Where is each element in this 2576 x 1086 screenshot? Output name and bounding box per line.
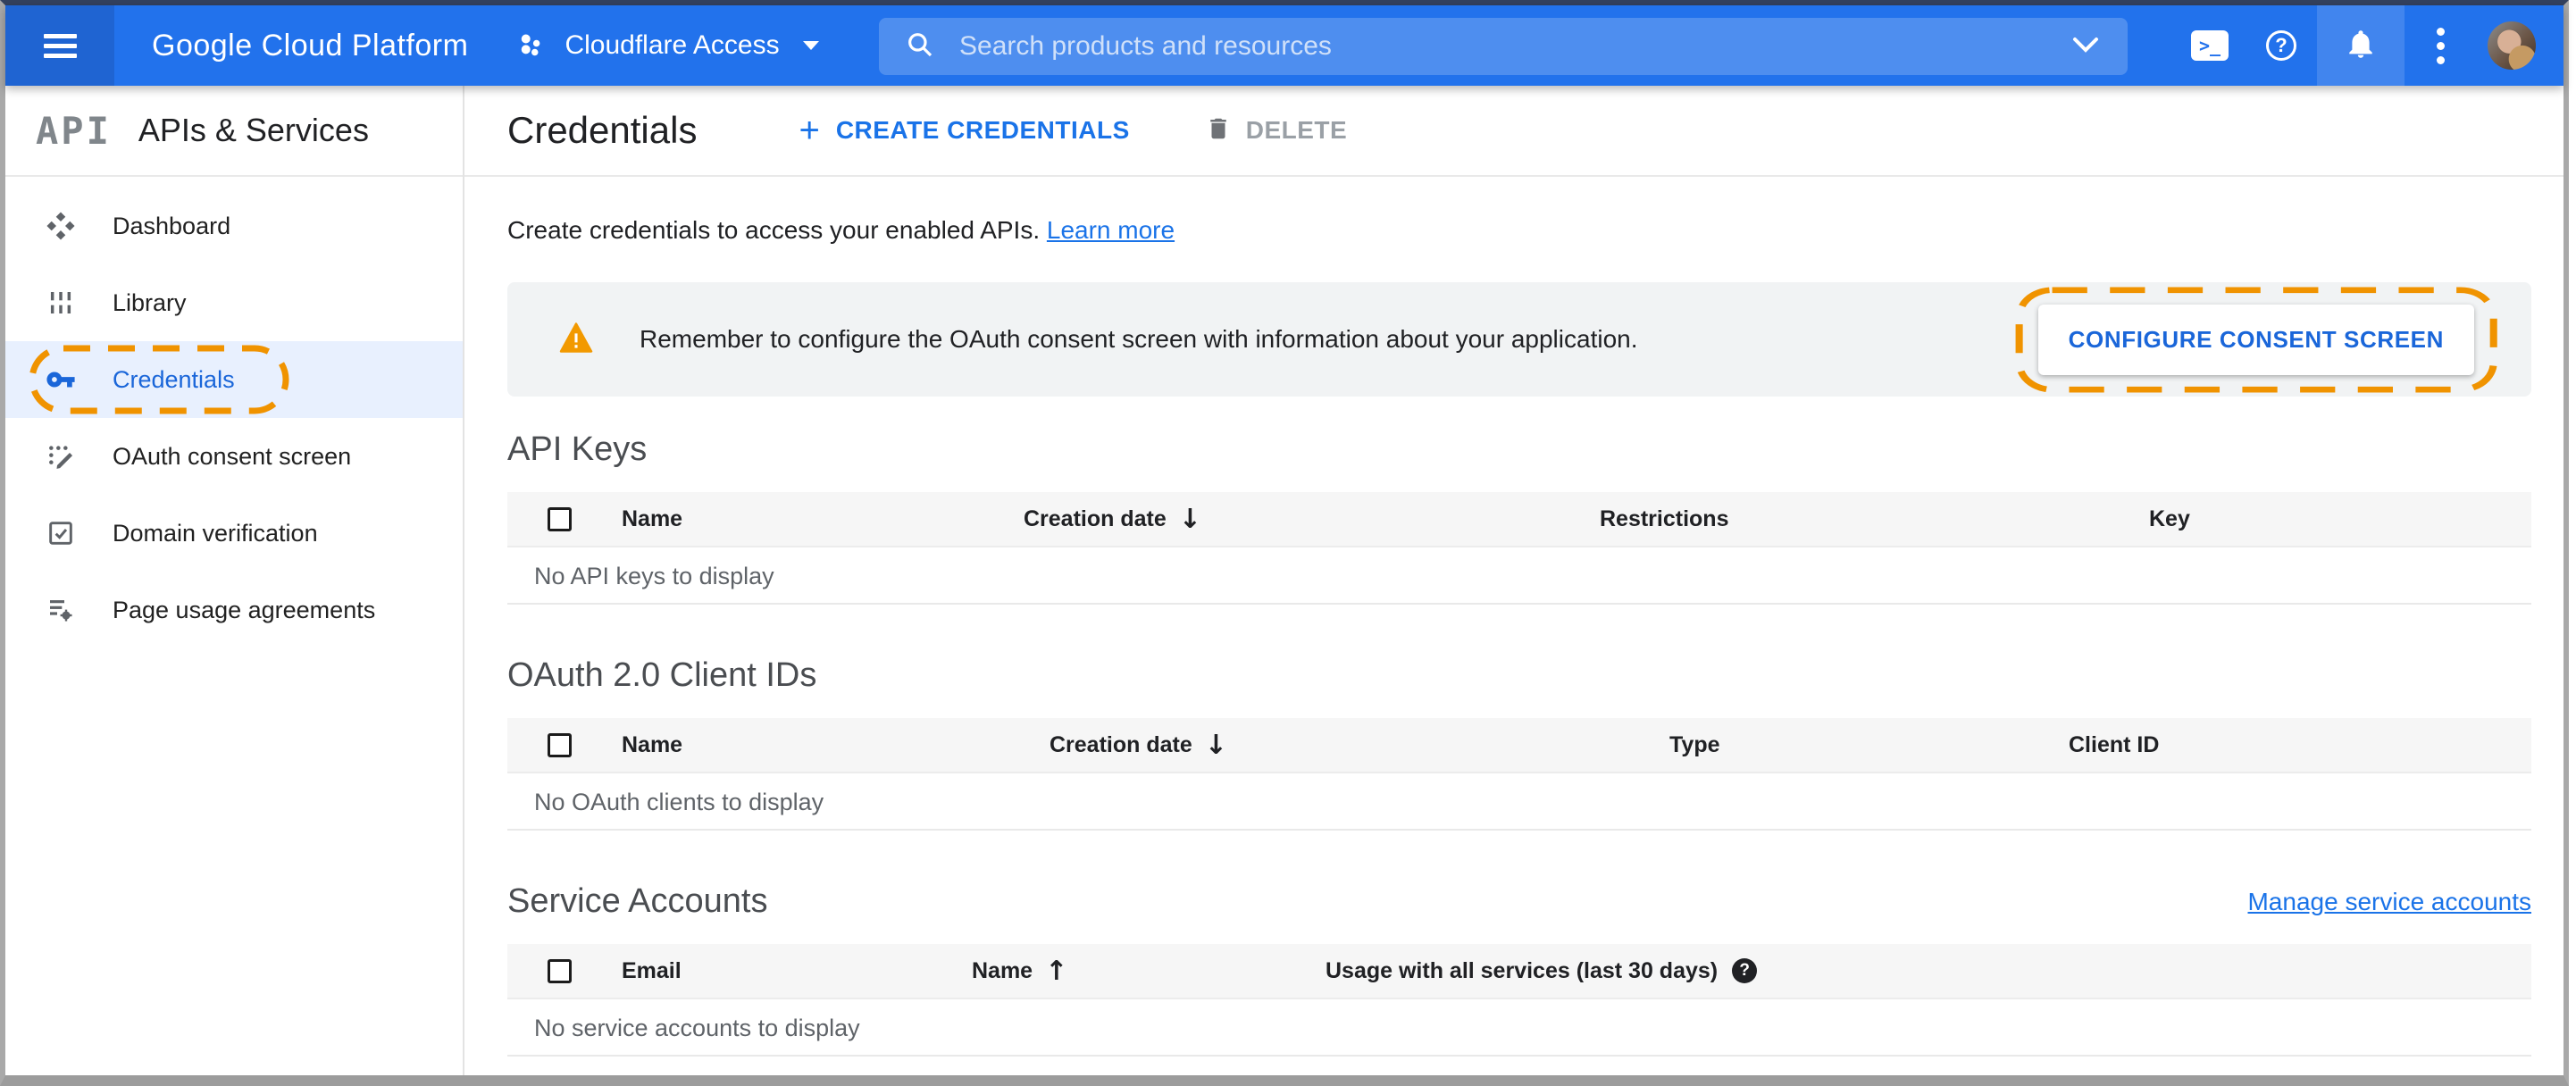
select-all-checkbox[interactable]: [548, 506, 572, 531]
column-header-name: Name: [622, 505, 683, 531]
hamburger-menu-button[interactable]: [5, 5, 114, 86]
sidebar: API APIs & Services Dashboard Library Cr…: [5, 86, 464, 1075]
manage-service-accounts-link[interactable]: Manage service accounts: [2247, 888, 2531, 916]
section-title-service-accounts: Service Accounts: [507, 882, 768, 920]
oauth-clients-table: Name Creation date ↓ Type Client ID No O…: [507, 718, 2531, 831]
select-all-checkbox[interactable]: [548, 958, 572, 983]
plus-icon: +: [799, 111, 820, 150]
avatar: [2488, 21, 2536, 70]
consent-screen-icon: [45, 440, 77, 472]
global-search: [879, 18, 2128, 75]
oauth-empty-state: No OAuth clients to display: [507, 773, 2531, 831]
service-accounts-section: Service Accounts Manage service accounts…: [507, 882, 2531, 1057]
api-keys-section: API Keys Name Creation date ↓ Restrictio…: [507, 430, 2531, 605]
warning-icon: [559, 322, 593, 357]
top-bar: Google Cloud Platform Cloudflare Access: [5, 5, 2563, 86]
project-name: Cloudflare Access: [565, 30, 780, 60]
usage-help-icon[interactable]: ?: [1732, 958, 1758, 983]
sidebar-item-library[interactable]: Library: [5, 264, 463, 341]
sidebar-nav: Dashboard Library Credentials OAuth cons…: [5, 177, 463, 648]
column-header-creation-date[interactable]: Creation date ↓: [1050, 730, 1669, 761]
sidebar-item-oauth-consent-screen[interactable]: OAuth consent screen: [5, 418, 463, 495]
three-dots-icon: [2436, 27, 2445, 64]
create-credentials-button[interactable]: + CREATE CREDENTIALS: [799, 113, 1129, 148]
hamburger-icon: [43, 29, 77, 63]
gcp-logo[interactable]: Google Cloud Platform: [152, 29, 468, 63]
api-product-logo: API: [36, 108, 112, 153]
api-keys-empty-state: No API keys to display: [507, 547, 2531, 605]
api-keys-table: Name Creation date ↓ Restrictions Key No…: [507, 492, 2531, 605]
overflow-menu-button[interactable]: [2405, 5, 2476, 86]
account-button[interactable]: [2476, 5, 2547, 86]
help-icon: ?: [2266, 30, 2296, 61]
main-content: Credentials + CREATE CREDENTIALS DELETE …: [464, 86, 2563, 1075]
sidebar-item-domain-verification[interactable]: Domain verification: [5, 495, 463, 572]
search-input[interactable]: [959, 31, 2070, 62]
section-title-api-keys: API Keys: [507, 430, 648, 468]
page-header: Credentials + CREATE CREDENTIALS DELETE: [464, 86, 2563, 177]
column-header-name: Name: [622, 731, 683, 757]
sidebar-item-dashboard[interactable]: Dashboard: [5, 188, 463, 264]
service-accounts-table-header: Email Name ↑ Usage with all services (la…: [507, 944, 2531, 999]
project-caret-icon: [801, 39, 821, 52]
column-header-email: Email: [622, 957, 682, 983]
bell-icon: [2345, 27, 2377, 65]
trash-icon: [1205, 114, 1232, 147]
oauth-clients-section: OAuth 2.0 Client IDs Name Creation date …: [507, 656, 2531, 831]
sidebar-item-label: OAuth consent screen: [113, 442, 352, 470]
page-title: Credentials: [507, 109, 698, 151]
content-body: Create credentials to access your enable…: [464, 177, 2563, 1057]
help-button[interactable]: ?: [2246, 5, 2317, 86]
column-header-type: Type: [1669, 731, 1720, 757]
cloud-shell-button[interactable]: >_: [2174, 5, 2246, 86]
section-title-oauth: OAuth 2.0 Client IDs: [507, 656, 817, 694]
search-expand-chevron-icon[interactable]: [2070, 36, 2101, 58]
project-icon: [518, 32, 545, 59]
column-header-key: Key: [2149, 505, 2190, 531]
service-accounts-table: Email Name ↑ Usage with all services (la…: [507, 944, 2531, 1057]
column-header-client-id: Client ID: [2069, 731, 2160, 757]
sidebar-item-label: Domain verification: [113, 519, 318, 547]
configure-consent-screen-button[interactable]: CONFIGURE CONSENT SCREEN: [2037, 304, 2474, 375]
delete-button[interactable]: DELETE: [1205, 114, 1347, 147]
notifications-button[interactable]: [2317, 5, 2405, 86]
cloud-shell-icon: >_: [2191, 30, 2229, 61]
sidebar-item-page-usage-agreements[interactable]: Page usage agreements: [5, 572, 463, 648]
sidebar-title: APIs & Services: [138, 112, 369, 148]
api-keys-table-header: Name Creation date ↓ Restrictions Key: [507, 492, 2531, 547]
column-header-name[interactable]: Name ↑: [972, 956, 1326, 987]
banner-message: Remember to configure the OAuth consent …: [640, 325, 1638, 353]
sidebar-item-credentials[interactable]: Credentials: [5, 341, 463, 418]
intro-text: Create credentials to access your enable…: [507, 216, 1175, 244]
sort-asc-icon: ↑: [1045, 955, 1068, 987]
domain-verification-icon: [45, 517, 77, 549]
consent-warning-banner: Remember to configure the OAuth consent …: [507, 282, 2531, 397]
select-all-checkbox[interactable]: [548, 732, 572, 757]
search-icon: [906, 30, 934, 63]
topbar-actions: >_ ?: [2174, 5, 2547, 86]
library-icon: [45, 287, 77, 319]
oauth-table-header: Name Creation date ↓ Type Client ID: [507, 718, 2531, 773]
key-icon: [45, 363, 77, 396]
sort-desc-icon: ↓: [1204, 729, 1227, 761]
service-accounts-empty-state: No service accounts to display: [507, 999, 2531, 1057]
column-header-creation-date[interactable]: Creation date ↓: [1024, 504, 1600, 535]
sidebar-item-label: Page usage agreements: [113, 596, 376, 623]
column-header-restrictions: Restrictions: [1600, 505, 1729, 531]
sort-desc-icon: ↓: [1178, 503, 1201, 535]
learn-more-link[interactable]: Learn more: [1047, 216, 1175, 244]
sidebar-header: API APIs & Services: [5, 86, 463, 177]
column-header-usage: Usage with all services (last 30 days) ?: [1326, 958, 2531, 984]
sidebar-item-label: Credentials: [113, 365, 235, 393]
screenshot-frame: Google Cloud Platform Cloudflare Access: [0, 0, 2569, 1086]
project-selector[interactable]: Cloudflare Access: [518, 30, 820, 61]
sidebar-item-label: Dashboard: [113, 212, 231, 239]
dashboard-icon: [45, 210, 77, 242]
agreements-icon: [45, 594, 77, 626]
sidebar-item-label: Library: [113, 288, 187, 316]
